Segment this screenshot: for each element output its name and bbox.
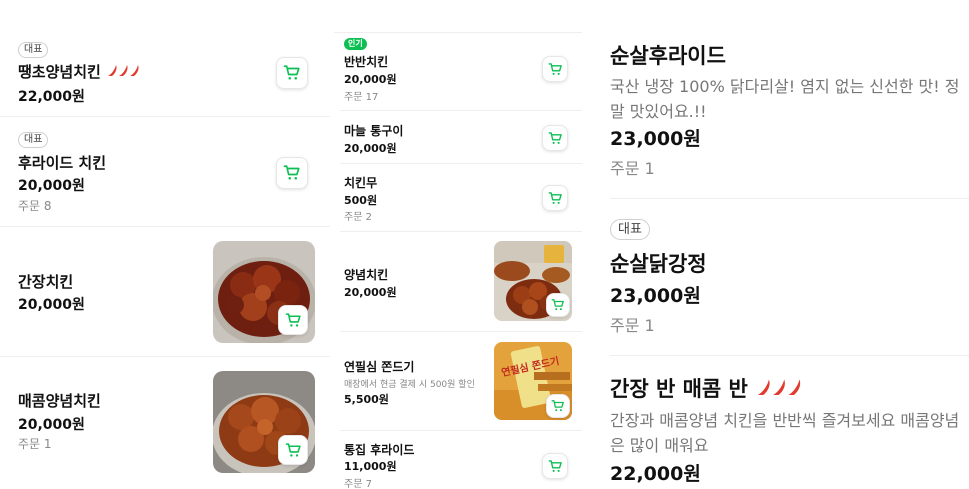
- menu-item-price: 22,000원: [610, 463, 701, 485]
- menu-item-name: 땡초양념치킨: [18, 61, 142, 82]
- add-to-cart-button[interactable]: [276, 157, 308, 189]
- cart-icon: [285, 442, 301, 457]
- order-count: 주문 1: [18, 437, 52, 451]
- cart-icon: [283, 165, 300, 180]
- menu-item-name: 양념치킨: [344, 268, 389, 282]
- menu-item-name: 매콤양념치킨: [18, 392, 101, 410]
- rep-badge: 대표: [610, 219, 650, 240]
- order-count: 주문 1: [610, 316, 655, 335]
- menu-item[interactable]: 대표 순살닭강정 23,000원 주문 1: [610, 198, 969, 355]
- menu-item[interactable]: 치킨무 500원 주문 2: [340, 163, 582, 231]
- add-to-cart-button[interactable]: [546, 293, 570, 317]
- menu-item-name: 후라이드 치킨: [18, 154, 107, 172]
- add-to-cart-button[interactable]: [278, 435, 308, 465]
- menu-item-price: 20,000원: [344, 286, 397, 299]
- menu-item-price: 22,000원: [18, 89, 85, 105]
- menu-item-name: 순살닭강정: [610, 252, 707, 276]
- menu-item-price: 500원: [344, 194, 378, 207]
- menu-item-name: 마늘 통구이: [344, 124, 404, 138]
- menu-item-name: 통집 후라이드: [344, 443, 415, 457]
- menu-item-description: 매장에서 현금 결제 시 500원 할인: [344, 380, 475, 390]
- rep-badge: 대표: [18, 42, 49, 58]
- menu-item-name: 반반치킨: [344, 55, 389, 69]
- order-count: 주문 17: [344, 92, 379, 103]
- add-to-cart-button[interactable]: [276, 57, 308, 89]
- cart-icon: [548, 459, 562, 472]
- menu-item-price: 23,000원: [610, 285, 701, 307]
- menu-item[interactable]: 통집 후라이드 11,000원 주문 7: [340, 430, 582, 489]
- cart-icon: [548, 62, 562, 75]
- menu-item-name: 연필심 쫀드기: [344, 360, 415, 374]
- order-count: 주문 2: [344, 212, 372, 223]
- cart-icon: [548, 131, 562, 144]
- menu-item[interactable]: 매콤양념치킨 20,000원 주문 1: [0, 356, 330, 489]
- menu-item-price: 11,000원: [344, 460, 397, 473]
- add-to-cart-button[interactable]: [542, 125, 568, 151]
- add-to-cart-button[interactable]: [546, 394, 570, 418]
- menu-item-price: 23,000원: [610, 128, 701, 150]
- menu-item[interactable]: 간장치킨 20,000원: [0, 226, 330, 356]
- menu-item[interactable]: 양념치킨 20,000원: [340, 231, 582, 331]
- menu-item-name-text: 간장 반 매콤 반: [610, 377, 748, 401]
- order-count: 주문 7: [344, 479, 372, 489]
- menu-item[interactable]: 마늘 통구이 20,000원: [340, 110, 582, 163]
- menu-item-price: 20,000원: [18, 417, 85, 433]
- menu-panel-middle: 인기 반반치킨 20,000원 주문 17 마늘 통구이 20,000원 치킨무…: [330, 0, 582, 489]
- menu-item-description: 국산 냉장 100% 닭다리살! 염지 없는 신선한 맛! 정말 맛있어요.!!: [610, 77, 960, 121]
- menu-item[interactable]: 대표 땡초양념치킨 22,000원: [0, 0, 330, 116]
- add-to-cart-button[interactable]: [278, 305, 308, 335]
- add-to-cart-button[interactable]: [542, 185, 568, 211]
- cart-icon: [283, 65, 300, 80]
- menu-item-price: 5,500원: [344, 393, 389, 406]
- add-to-cart-button[interactable]: [542, 453, 568, 479]
- rep-badge: 대표: [18, 132, 49, 148]
- cart-icon: [285, 312, 301, 327]
- menu-item[interactable]: 인기 반반치킨 20,000원 주문 17: [330, 33, 582, 110]
- menu-item[interactable]: 연필심 쫀드기 매장에서 현금 결제 시 500원 할인 5,500원 연필심 …: [340, 331, 582, 430]
- cart-icon: [551, 299, 564, 311]
- cart-icon: [548, 191, 562, 204]
- menu-item-name: 간장치킨: [18, 273, 74, 291]
- menu-item[interactable]: 간장 반 매콤 반 간장과 매콤양념 치킨을 반반씩 즐겨보세요 매콤양념은 많…: [610, 355, 969, 489]
- menu-item-price: 20,000원: [344, 73, 397, 86]
- chili-icon: [755, 378, 805, 403]
- menu-item-name: 순살후라이드: [610, 44, 726, 68]
- add-to-cart-button[interactable]: [542, 56, 568, 82]
- popular-badge: 인기: [344, 38, 367, 50]
- menu-item[interactable]: 대표 후라이드 치킨 20,000원 주문 8: [0, 116, 330, 226]
- menu-panel-right: 순살후라이드 국산 냉장 100% 닭다리살! 염지 없는 신선한 맛! 정말 …: [600, 0, 969, 489]
- menu-panel-left: 대표 땡초양념치킨 22,000원 대표 후라이드 치킨 20,000원 주문 …: [0, 0, 330, 489]
- menu-item-price: 20,000원: [18, 178, 85, 194]
- order-count: 주문 8: [18, 199, 52, 213]
- menu-item-price: 20,000원: [18, 297, 85, 313]
- menu-item-name-text: 땡초양념치킨: [18, 63, 101, 81]
- menu-item-price: 20,000원: [344, 142, 397, 155]
- menu-item-name: 간장 반 매콤 반: [610, 373, 805, 403]
- order-count: 주문 1: [610, 159, 655, 178]
- menu-item[interactable]: 순살후라이드 국산 냉장 100% 닭다리살! 염지 없는 신선한 맛! 정말 …: [610, 0, 969, 198]
- menu-item-description: 간장과 매콤양념 치킨을 반반씩 즐겨보세요 매콤양념은 많이 매워요: [610, 411, 960, 455]
- chili-icon: [106, 64, 142, 82]
- cart-icon: [551, 400, 564, 412]
- menu-item-name: 치킨무: [344, 176, 378, 190]
